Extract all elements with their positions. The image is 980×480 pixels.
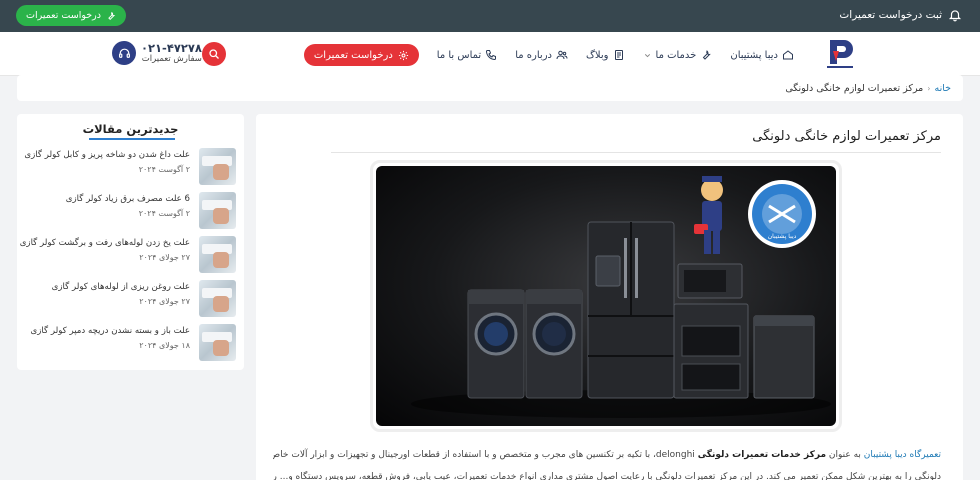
site-header: دیبا پشتیبان خدمات ما وبلاگ درباره ما تم… [0, 32, 980, 76]
hero-image-frame: دیبا پشتیبان [370, 160, 842, 432]
sidebar-title: جدیدترین مقالات [82, 122, 179, 136]
phone-caption: سفارش تعمیرات [141, 53, 202, 64]
hero-badge-text: دیبا پشتیبان [768, 233, 797, 240]
post-date: ۲ آگوست ۲۰۲۴ [138, 165, 190, 174]
nav-blog[interactable]: وبلاگ [586, 49, 625, 61]
nav-home[interactable]: دیبا پشتیبان [730, 49, 794, 61]
post-title[interactable]: علت روغن ریزی از لوله‌های کولر گازی [52, 282, 190, 292]
post-title[interactable]: 6 علت مصرف برق زیاد کولر گازی [66, 194, 190, 204]
article-bold-text: مرکز خدمات تعمیرات دلونگی [697, 450, 827, 460]
gear-icon [398, 50, 408, 60]
topbar-request-button[interactable]: درخواست تعمیرات [16, 5, 126, 26]
post-date: ۲۷ جولای ۲۰۲۴ [139, 253, 190, 262]
phone-number: ۰۲۱-۴۷۲۷۸ [141, 40, 202, 55]
breadcrumb-current: مرکز تعمیرات لوازم خانگی دلونگی [785, 82, 924, 94]
post-thumbnail [199, 280, 236, 317]
sidebar-post[interactable]: علت یخ زدن لوله‌های رفت و برگشت کولر گاز… [20, 236, 236, 274]
article-paragraph-2: دلونگی را به بهترین شکل ممکن تعمیر می کن… [273, 472, 941, 480]
phone-icon [486, 50, 497, 61]
register-request-link[interactable]: ثبت درخواست تعمیرات [839, 8, 962, 22]
main-nav: دیبا پشتیبان خدمات ما وبلاگ درباره ما تم… [303, 44, 794, 66]
sidebar-post[interactable]: 6 علت مصرف برق زیاد کولر گازی ۲ آگوست ۲۰… [26, 192, 236, 230]
bell-icon [948, 10, 962, 22]
post-thumbnail [199, 148, 236, 185]
breadcrumb-separator: ‹ [927, 83, 931, 93]
nav-about-label: درباره ما [515, 49, 552, 61]
post-title[interactable]: علت یخ زدن لوله‌های رفت و برگشت کولر گاز… [20, 238, 190, 248]
post-thumbnail [199, 324, 236, 361]
users-icon [556, 50, 568, 60]
page-title: مرکز تعمیرات لوازم خانگی دلونگی [752, 129, 941, 144]
latest-posts-sidebar: جدیدترین مقالات علت داغ شدن دو شاخه پریز… [17, 114, 244, 370]
top-bar: ثبت درخواست تعمیرات درخواست تعمیرات [0, 0, 980, 32]
sidebar-post[interactable]: علت داغ شدن دو شاخه پریز و کابل کولر گاز… [24, 148, 236, 186]
sidebar-title-underline [89, 138, 175, 140]
hero-image: دیبا پشتیبان [376, 166, 836, 426]
post-title[interactable]: علت داغ شدن دو شاخه پریز و کابل کولر گاز… [24, 150, 190, 160]
post-title[interactable]: علت باز و بسته نشدن دریچه دمپر کولر گازی [31, 326, 190, 336]
post-thumbnail [199, 192, 236, 229]
nav-contact-label: تماس با ما [436, 49, 482, 61]
site-logo[interactable] [824, 37, 856, 71]
appliances-illustration: دیبا پشتیبان [411, 176, 831, 418]
post-thumbnail [199, 236, 236, 273]
header-request-button[interactable]: درخواست تعمیرات [303, 44, 419, 66]
nav-contact[interactable]: تماس با ما [437, 49, 497, 61]
nav-about[interactable]: درباره ما [515, 49, 568, 61]
nav-blog-label: وبلاگ [585, 49, 609, 61]
header-request-label: درخواست تعمیرات [313, 49, 393, 61]
search-button[interactable] [202, 42, 226, 66]
breadcrumb-home-link[interactable]: خانه [934, 83, 951, 94]
phone-text: ۰۲۱-۴۷۲۷۸ سفارش تعمیرات [141, 40, 202, 65]
breadcrumb: خانه ‹ مرکز تعمیرات لوازم خانگی دلونگی [17, 75, 963, 101]
article-paragraph-1: تعمیرگاه دیبا پشتیبان به عنوان مرکز خدما… [273, 448, 941, 463]
title-divider [331, 152, 941, 153]
chevron-down-icon [644, 53, 650, 57]
headset-icon [112, 41, 136, 65]
nav-home-label: دیبا پشتیبان [730, 49, 778, 61]
article-text-a: به عنوان [826, 450, 864, 460]
nav-services-label: خدمات ما [655, 49, 697, 61]
nav-services[interactable]: خدمات ما [643, 49, 713, 61]
article-card: مرکز تعمیرات لوازم خانگی دلونگی دیبا پشت… [256, 114, 963, 480]
wrench-icon [108, 11, 116, 20]
search-icon [209, 49, 219, 59]
post-date: ۲ آگوست ۲۰۲۴ [138, 209, 190, 218]
post-date: ۲۷ جولای ۲۰۲۴ [139, 297, 190, 306]
topbar-request-label: درخواست تعمیرات [26, 10, 101, 21]
article-link[interactable]: تعمیرگاه دیبا پشتیبان [864, 450, 941, 460]
home-icon [783, 50, 793, 60]
article-text-b: delonghi، با تکیه بر تکنسین های مجرب و م… [273, 450, 695, 460]
register-request-label: ثبت درخواست تعمیرات [839, 9, 942, 21]
post-date: ۱۸ جولای ۲۰۲۴ [139, 341, 190, 350]
sidebar-post[interactable]: علت روغن ریزی از لوله‌های کولر گازی ۲۷ ج… [26, 280, 236, 318]
sidebar-post[interactable]: علت باز و بسته نشدن دریچه دمپر کولر گازی… [26, 324, 236, 362]
phone-contact[interactable]: ۰۲۱-۴۷۲۷۸ سفارش تعمیرات [112, 41, 202, 65]
document-icon [614, 50, 623, 60]
wrench-icon [703, 50, 712, 60]
